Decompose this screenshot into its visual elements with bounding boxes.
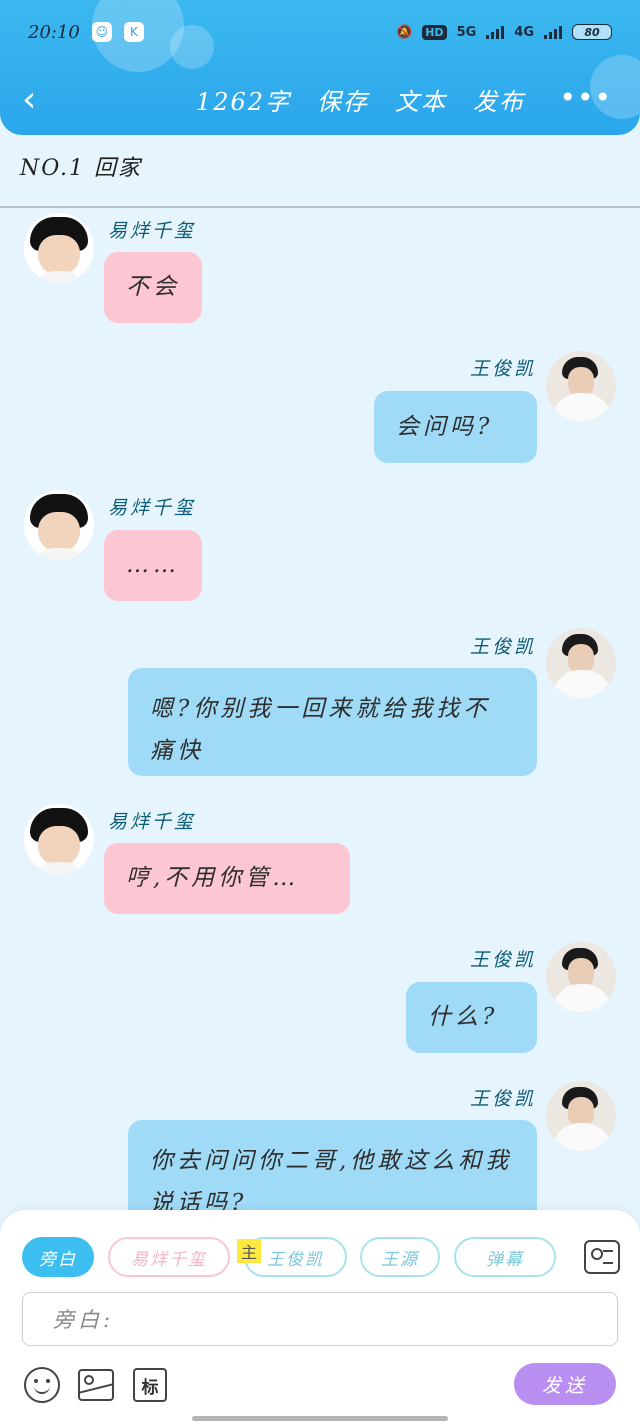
header-actions: 1262字 保存 文本 发布 [196, 82, 525, 117]
message-input[interactable]: 旁白: [22, 1292, 618, 1346]
message-bubble[interactable]: …… [104, 530, 202, 601]
emoji-icon[interactable] [24, 1367, 60, 1403]
role-tab-wangyuan[interactable]: 王源 [360, 1237, 440, 1277]
sender-name: 王俊凯 [469, 949, 536, 971]
mute-bell-icon: 🔕 [396, 24, 413, 40]
avatar-wangjunkai[interactable] [546, 351, 616, 421]
role-tab-yiyangqianxi[interactable]: 易烊千玺 [108, 1237, 230, 1277]
publish-button[interactable]: 发布 [473, 82, 525, 117]
chapter-title[interactable]: NO.1 回家 [20, 150, 142, 182]
header-divider [0, 206, 640, 208]
more-options-icon[interactable]: ••• [559, 84, 612, 112]
sender-name: 王俊凯 [469, 358, 536, 380]
send-button[interactable]: 发送 [514, 1363, 616, 1405]
signal-5g-icon [486, 25, 505, 39]
status-indicators: 🔕 HD 5G 4G 80 [396, 24, 612, 40]
image-icon[interactable] [78, 1369, 114, 1401]
app-header: 20:10 ☺ K 🔕 HD 5G 4G 80 ‹ 1262字 保存 文本 发布… [0, 0, 640, 135]
avatar-yiyangqianxi[interactable] [24, 490, 94, 560]
signal-4g-icon [544, 25, 562, 39]
composer-panel: 旁白 易烊千玺 王俊凯 主 王源 弹幕 旁白: 标 发送 [0, 1210, 640, 1423]
save-button[interactable]: 保存 [317, 82, 369, 117]
word-count: 1262字 [195, 88, 291, 116]
status-time: 20:10 [28, 21, 80, 43]
role-tab-danmaku[interactable]: 弹幕 [454, 1237, 556, 1277]
message-bubble[interactable]: 什么? [406, 982, 537, 1053]
sender-name: 王俊凯 [469, 1088, 536, 1110]
role-tab-narration[interactable]: 旁白 [22, 1237, 94, 1277]
role-card-icon[interactable] [584, 1240, 620, 1274]
sender-name: 易烊千玺 [108, 220, 197, 242]
home-indicator [192, 1416, 448, 1421]
avatar-wangjunkai[interactable] [546, 1081, 616, 1151]
avatar-wangjunkai[interactable] [546, 942, 616, 1012]
notification-app-icon: ☺ [91, 22, 112, 42]
sender-name: 王俊凯 [469, 636, 536, 658]
message-bubble[interactable]: 嗯?你别我一回来就给我找不痛快 [128, 668, 537, 776]
avatar-wangjunkai[interactable] [546, 628, 616, 698]
network-4g-label: 4G [514, 24, 534, 40]
battery-indicator: 80 [572, 24, 612, 40]
notification-k-icon: K [123, 22, 144, 42]
message-bubble[interactable]: 会问吗? [374, 391, 537, 463]
text-button[interactable]: 文本 [395, 82, 447, 117]
mark-button[interactable]: 标 [133, 1368, 167, 1402]
top-nav: ‹ 1262字 保存 文本 发布 ••• [0, 78, 640, 122]
sender-name: 易烊千玺 [108, 811, 197, 833]
avatar-yiyangqianxi[interactable] [24, 213, 94, 283]
hd-badge: HD [422, 24, 447, 40]
main-role-badge: 主 [237, 1239, 261, 1263]
network-5g-label: 5G [456, 24, 477, 40]
back-chevron-icon[interactable]: ‹ [22, 82, 52, 118]
avatar-yiyangqianxi[interactable] [24, 804, 94, 874]
status-bar: 20:10 ☺ K 🔕 HD 5G 4G 80 [28, 18, 612, 46]
message-bubble[interactable]: 不会 [104, 252, 202, 323]
sender-name: 易烊千玺 [108, 497, 197, 519]
message-bubble[interactable]: 哼,不用你管… [104, 843, 350, 914]
